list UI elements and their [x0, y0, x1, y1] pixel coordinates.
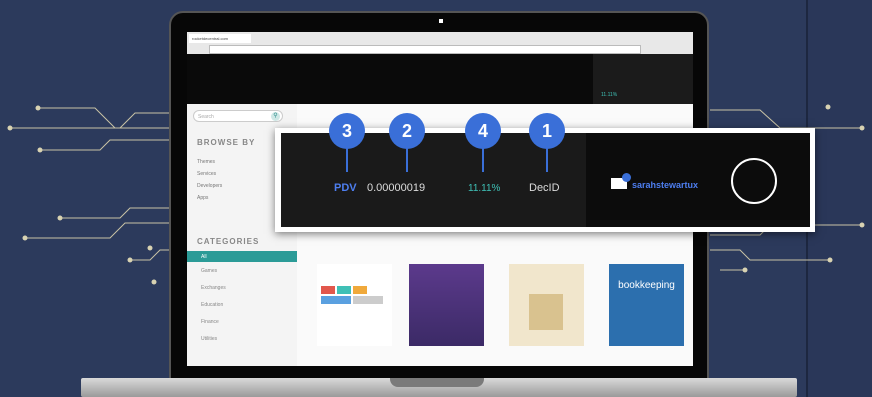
app-card[interactable]: [317, 264, 392, 346]
category-item-education[interactable]: Education: [201, 302, 223, 308]
header-band: 11.11%: [187, 54, 693, 104]
search-placeholder: Search: [198, 114, 214, 120]
browse-item-apps[interactable]: Apps: [197, 195, 208, 201]
category-item-all[interactable]: All: [187, 251, 297, 262]
token-label[interactable]: PDV: [334, 182, 357, 194]
step-badge-1: 1: [529, 113, 565, 149]
header-change-value: 11.11%: [601, 92, 618, 98]
badge-pin: [482, 146, 484, 172]
username-link[interactable]: sarahstewartux: [632, 180, 698, 190]
search-input[interactable]: Search ⚲: [193, 110, 283, 122]
badge-pin: [546, 146, 548, 172]
token-price: 0.00000019: [367, 182, 426, 194]
app-card[interactable]: bookkeeping: [609, 264, 684, 346]
laptop-notch: [390, 378, 484, 387]
browse-item-services[interactable]: Services: [197, 171, 216, 177]
card-title: bookkeeping: [618, 280, 675, 291]
category-label: All: [201, 254, 207, 260]
notification-dot: [622, 173, 631, 182]
categories-heading: CATEGORIES: [197, 237, 260, 246]
camera-dot: [439, 19, 443, 23]
browse-item-developers[interactable]: Developers: [197, 183, 222, 189]
browser-bar: rocketdecentral.com: [187, 32, 693, 55]
header-right-panel: 11.11%: [593, 54, 693, 104]
address-bar[interactable]: [209, 45, 641, 54]
badge-pin: [406, 146, 408, 172]
badge-pin: [346, 146, 348, 172]
browse-heading: BROWSE BY: [197, 138, 256, 147]
app-card[interactable]: [509, 264, 584, 346]
search-icon[interactable]: ⚲: [271, 112, 280, 121]
app-card[interactable]: [409, 264, 484, 346]
browser-tab[interactable]: rocketdecentral.com: [189, 34, 251, 43]
browse-item-themes[interactable]: Themes: [197, 159, 215, 165]
avatar[interactable]: [731, 158, 777, 204]
step-badge-3: 3: [329, 113, 365, 149]
step-badge-2: 2: [389, 113, 425, 149]
category-item-utilities[interactable]: Utilities: [201, 336, 217, 342]
category-item-exchanges[interactable]: Exchanges: [201, 285, 226, 291]
category-item-finance[interactable]: Finance: [201, 319, 219, 325]
price-change: 11.11%: [468, 183, 501, 194]
id-label[interactable]: DecID: [529, 182, 560, 194]
step-badge-4: 4: [465, 113, 501, 149]
category-item-games[interactable]: Games: [201, 268, 217, 274]
